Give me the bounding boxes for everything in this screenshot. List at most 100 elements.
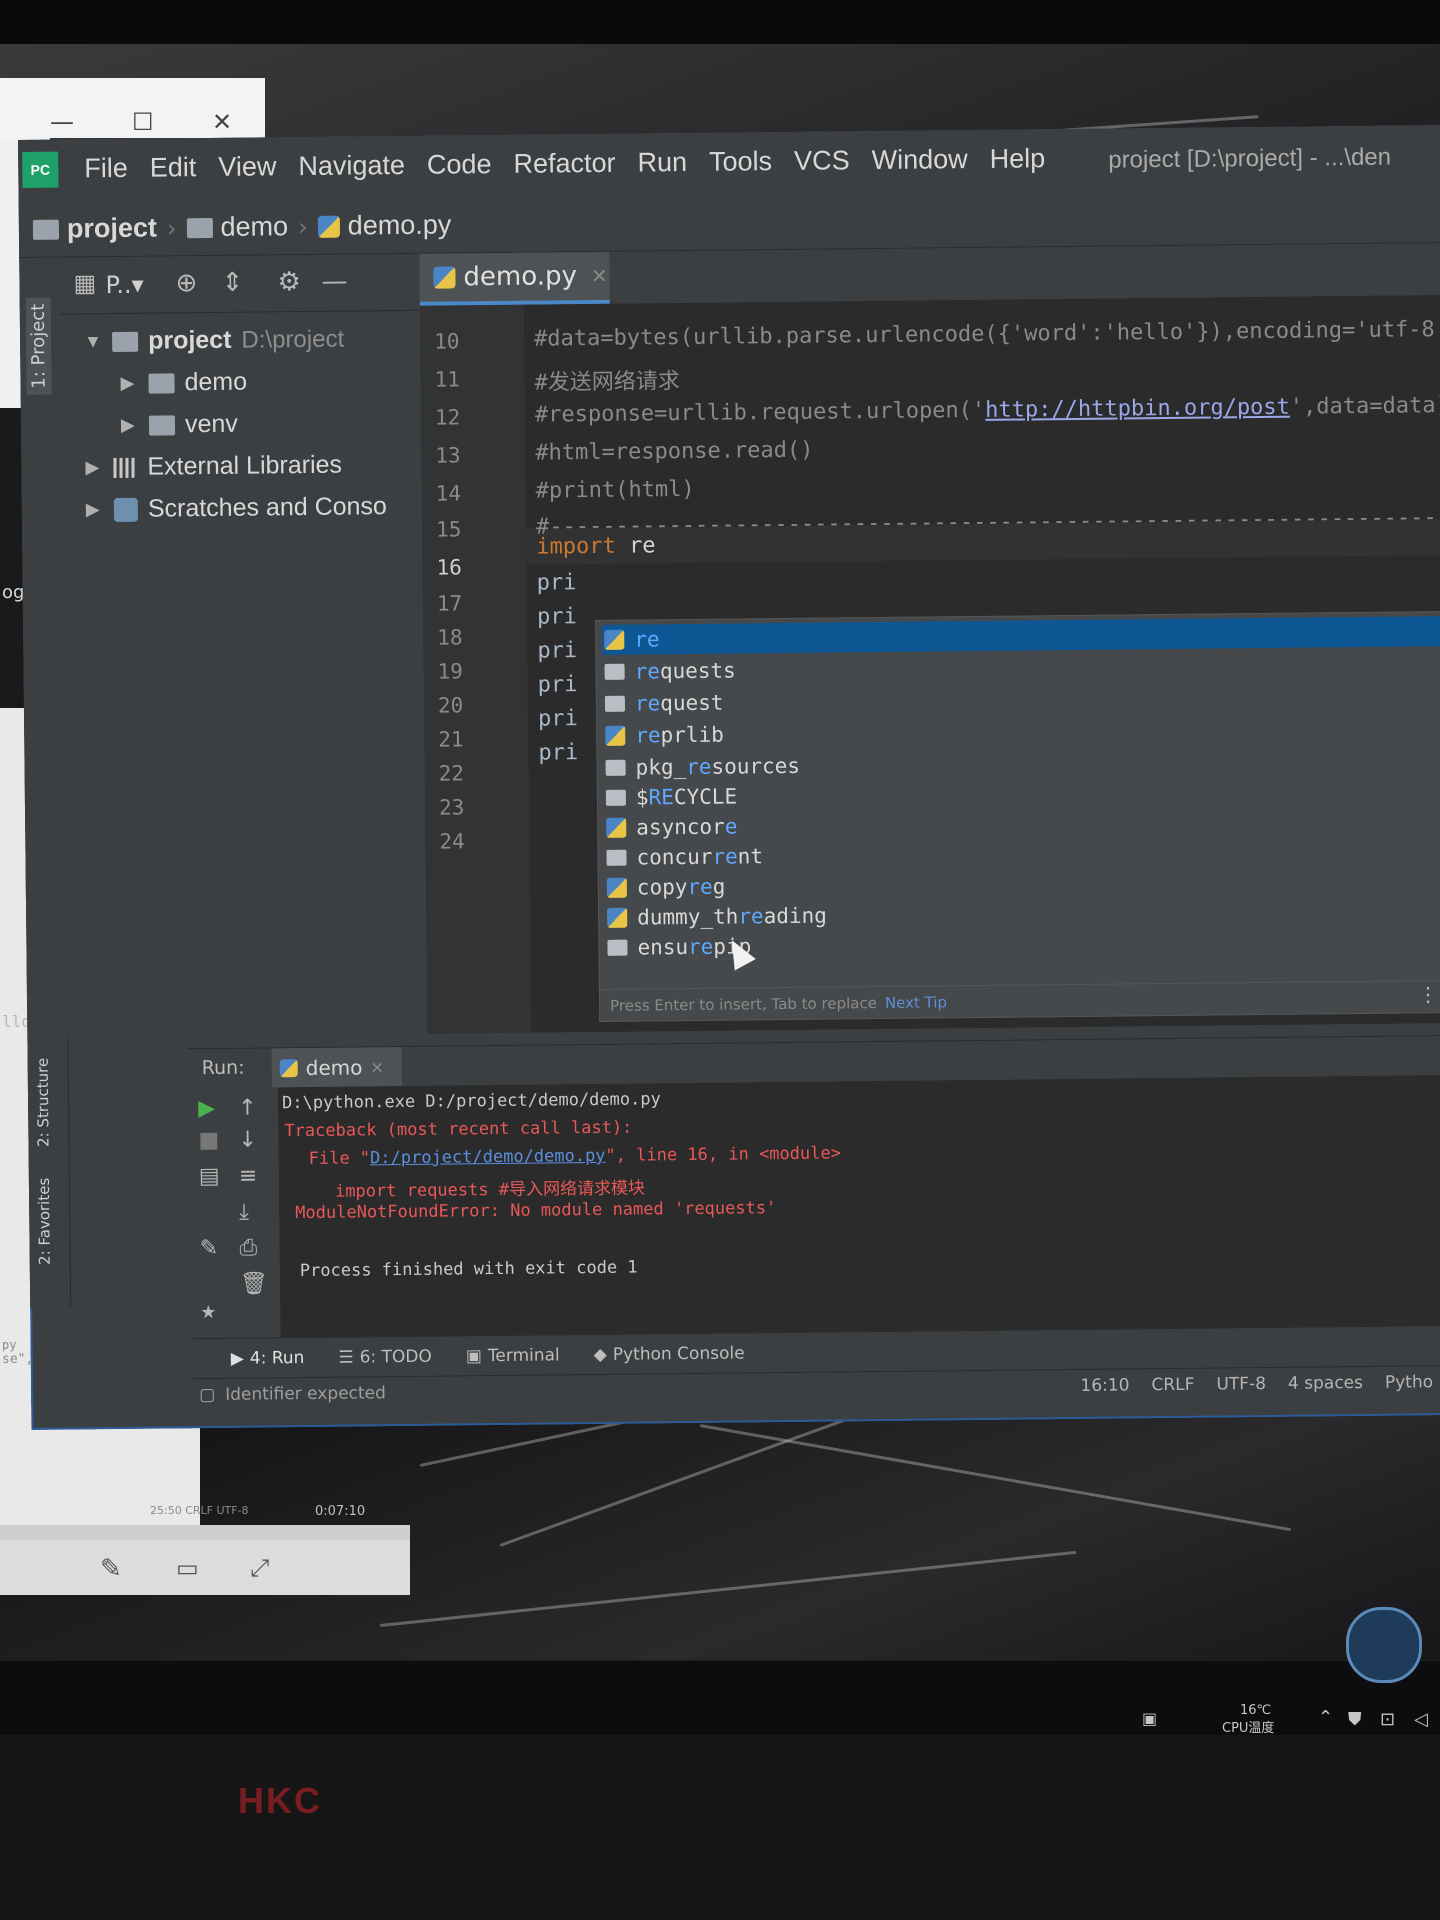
tree-item-external-libraries[interactable]: ▶ External Libraries bbox=[85, 451, 342, 483]
folder-icon bbox=[607, 939, 628, 956]
status-encoding[interactable]: UTF-8 bbox=[1216, 1374, 1266, 1395]
soft-wrap-icon[interactable]: ≡ bbox=[239, 1164, 258, 1189]
close-tab-icon[interactable]: ✕ bbox=[591, 264, 608, 288]
tree-label: project bbox=[147, 325, 232, 355]
bottom-tab-python-console[interactable]: ◆ Python Console bbox=[594, 1343, 745, 1365]
line-number: 10 bbox=[434, 329, 460, 354]
bottom-tab-label: 6: TODO bbox=[359, 1346, 432, 1367]
status-toggle-icon[interactable]: ▢ bbox=[199, 1385, 215, 1405]
pen-icon[interactable]: ✎ bbox=[100, 1554, 122, 1584]
menu-edit[interactable]: Edit bbox=[150, 152, 197, 183]
status-indent[interactable]: 4 spaces bbox=[1288, 1373, 1363, 1394]
status-caret-position[interactable]: 16:10 bbox=[1080, 1375, 1129, 1396]
console-file-link[interactable]: D:/project/demo/demo.py bbox=[370, 1146, 606, 1168]
line-number: 21 bbox=[438, 727, 464, 752]
menu-window[interactable]: Window bbox=[871, 144, 967, 176]
collapse-all-icon[interactable]: ⇕ bbox=[221, 268, 243, 298]
menu-tools[interactable]: Tools bbox=[709, 146, 772, 178]
code-text: ',data=data) bbox=[1289, 393, 1440, 420]
volume-icon[interactable]: ◁ bbox=[1414, 1709, 1428, 1730]
tree-item-venv[interactable]: ▶ venv bbox=[121, 410, 238, 440]
expand-arrow-icon[interactable]: ▼ bbox=[84, 331, 102, 352]
maximize-icon[interactable]: ☐ bbox=[132, 108, 154, 136]
scroll-up-icon[interactable]: ↑ bbox=[238, 1096, 257, 1121]
tree-path: D:\project bbox=[241, 325, 345, 354]
breadcrumb-separator: › bbox=[297, 212, 308, 241]
star-icon[interactable]: ★ bbox=[200, 1302, 216, 1323]
tool-tab-structure[interactable]: 2: Structure bbox=[34, 1058, 53, 1147]
line-number: 24 bbox=[439, 829, 465, 854]
tree-item-scratches[interactable]: ▶ Scratches and Conso bbox=[86, 492, 387, 524]
menu-view[interactable]: View bbox=[218, 151, 276, 183]
menu-vcs[interactable]: VCS bbox=[794, 145, 850, 177]
menu-run[interactable]: Run bbox=[637, 147, 687, 179]
stop-icon[interactable]: ■ bbox=[198, 1128, 219, 1153]
tool-tab-project[interactable]: 1: Project bbox=[25, 297, 52, 395]
collapse-arrow-icon[interactable]: ▶ bbox=[120, 373, 138, 394]
editor-tab-demo-py[interactable]: demo.py ✕ bbox=[419, 251, 610, 306]
item-text: pkg_ bbox=[635, 755, 687, 780]
python-console-icon: ◆ bbox=[593, 1344, 607, 1365]
gear-icon[interactable]: ⚙ bbox=[277, 267, 301, 297]
folder-icon bbox=[32, 219, 60, 240]
screen-icon[interactable]: ▭ bbox=[176, 1554, 199, 1582]
close-tab-icon[interactable]: ✕ bbox=[370, 1058, 384, 1077]
expand-icon[interactable]: ⤢ bbox=[250, 1554, 269, 1582]
screenshot-tray-icon[interactable]: ▣ bbox=[1142, 1709, 1157, 1728]
menu-navigate[interactable]: Navigate bbox=[298, 150, 405, 182]
run-console[interactable]: D:\python.exe D:/project/demo/demo.py Tr… bbox=[277, 1075, 1440, 1338]
breadcrumb-project[interactable]: project bbox=[32, 212, 158, 245]
collapse-arrow-icon[interactable]: ▶ bbox=[86, 499, 104, 520]
python-file-icon bbox=[317, 215, 340, 238]
status-line-separator[interactable]: CRLF bbox=[1151, 1375, 1194, 1395]
line-number: 12 bbox=[434, 405, 461, 430]
avatar[interactable] bbox=[1346, 1607, 1422, 1683]
item-text: dummy_th bbox=[637, 904, 739, 930]
collapse-arrow-icon[interactable]: ▶ bbox=[121, 415, 139, 436]
folder-icon bbox=[186, 217, 213, 238]
menu-code[interactable]: Code bbox=[427, 149, 492, 181]
tree-item-demo[interactable]: ▶ demo bbox=[120, 368, 247, 398]
locate-icon[interactable]: ⊕ bbox=[175, 268, 197, 298]
code-url-link[interactable]: http://httpbin.org/post bbox=[985, 395, 1290, 423]
folder-icon bbox=[148, 372, 175, 394]
network-icon[interactable]: ⊡ bbox=[1380, 1709, 1395, 1730]
breadcrumb-file[interactable]: demo.py bbox=[317, 209, 452, 241]
breadcrumb-label: project bbox=[66, 212, 158, 244]
line-number: 13 bbox=[435, 443, 461, 468]
status-interpreter[interactable]: Pytho bbox=[1385, 1372, 1433, 1393]
play-icon: ▶ bbox=[230, 1348, 244, 1369]
item-text: quest bbox=[660, 690, 724, 716]
run-tab-demo[interactable]: demo ✕ bbox=[271, 1047, 402, 1089]
project-view-icon[interactable]: ▦ bbox=[73, 269, 96, 297]
menu-file[interactable]: File bbox=[84, 153, 128, 184]
menu-refactor[interactable]: Refactor bbox=[513, 148, 615, 180]
layout-icon[interactable]: ▤ bbox=[199, 1164, 220, 1189]
pin-icon[interactable]: ✎ bbox=[199, 1236, 218, 1261]
match-text: re bbox=[712, 844, 738, 869]
more-options-icon[interactable]: ⋮ bbox=[1418, 982, 1438, 1006]
bottom-tab-todo[interactable]: ☰ 6: TODO bbox=[338, 1346, 432, 1367]
chevron-up-icon[interactable]: ⌃ bbox=[1318, 1707, 1333, 1728]
cpu-temp-label: CPU温度 bbox=[1222, 1721, 1275, 1736]
minimize-icon[interactable]: — bbox=[50, 108, 74, 136]
scroll-to-end-icon[interactable]: ⤓ bbox=[239, 1200, 249, 1225]
bottom-tab-terminal[interactable]: ▣ Terminal bbox=[466, 1345, 560, 1366]
project-view-selector[interactable]: P..▾ bbox=[105, 271, 143, 299]
code-line: #print(html) bbox=[535, 476, 695, 504]
item-text: ading bbox=[763, 903, 827, 929]
rerun-icon[interactable]: ▶ bbox=[198, 1096, 215, 1121]
collapse-arrow-icon[interactable]: ▶ bbox=[85, 457, 103, 478]
next-tip-link[interactable]: Next Tip bbox=[885, 993, 947, 1012]
trash-icon[interactable]: 🗑 bbox=[240, 1271, 268, 1296]
close-icon[interactable]: ✕ bbox=[212, 108, 232, 136]
bottom-tab-run[interactable]: ▶ 4: Run bbox=[231, 1348, 305, 1369]
print-icon[interactable]: ⎙ bbox=[239, 1236, 257, 1261]
hide-icon[interactable]: — bbox=[321, 267, 347, 297]
shield-icon[interactable]: ⛊ bbox=[1348, 1709, 1362, 1730]
breadcrumb-demo[interactable]: demo bbox=[186, 211, 288, 243]
menu-help[interactable]: Help bbox=[989, 143, 1045, 175]
scroll-down-icon[interactable]: ↓ bbox=[238, 1128, 257, 1153]
tool-tab-favorites[interactable]: 2: Favorites bbox=[35, 1178, 54, 1265]
tree-item-project[interactable]: ▼ project D:\project bbox=[84, 325, 344, 357]
